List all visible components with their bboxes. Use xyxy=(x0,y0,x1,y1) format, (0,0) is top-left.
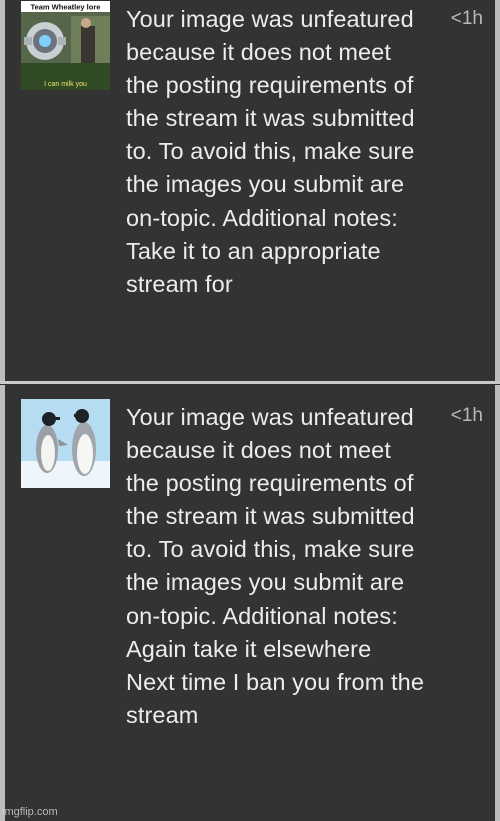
divider xyxy=(0,381,500,384)
notification-timestamp: <1h xyxy=(450,8,483,29)
notification-message: Your image was unfeatured because it doe… xyxy=(126,6,415,297)
notification-thumbnail[interactable]: Team Wheatley lore I can milk you xyxy=(21,1,110,90)
penguins-image xyxy=(21,399,110,488)
thumb-caption-top: Team Wheatley lore xyxy=(31,3,101,12)
notification-timestamp: <1h xyxy=(450,405,483,426)
watermark: imgflip.com xyxy=(2,806,58,818)
notification-item[interactable]: Your image was unfeatured because it doe… xyxy=(0,385,500,821)
notification-thumbnail[interactable] xyxy=(21,399,110,488)
wheatley-meme-image: Team Wheatley lore I can milk you xyxy=(21,1,110,90)
thumb-caption-bottom: I can milk you xyxy=(44,81,87,88)
notification-message: Your image was unfeatured because it doe… xyxy=(126,404,424,728)
notification-item[interactable]: Team Wheatley lore I can milk you Your i… xyxy=(0,0,500,383)
